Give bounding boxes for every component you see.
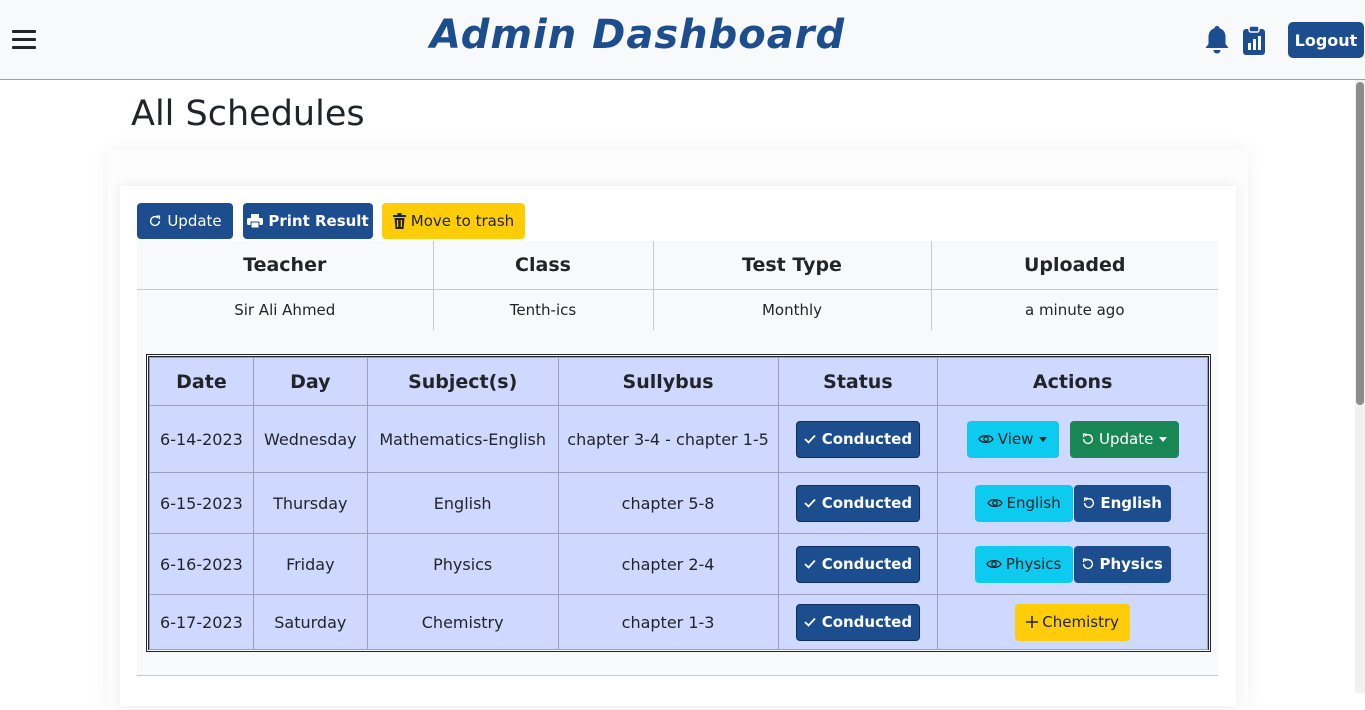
table-row: 6-14-2023 Wednesday Mathematics-English … [149,405,1208,473]
check-icon [804,498,816,508]
update-physics-button[interactable]: Physics [1073,545,1171,583]
status-label: Conducted [821,613,913,631]
printer-icon [247,214,264,228]
table-row: 6-15-2023 Thursday English chapter 5-8 C… [149,472,1208,534]
refresh-icon [1083,558,1094,570]
chevron-down-icon [1159,436,1168,442]
view-english-button[interactable]: English [974,484,1073,522]
status-badge: Conducted [795,545,920,583]
test-type-value: Monthly [652,289,931,331]
status-cell: Conducted [777,533,939,595]
date-cell: 6-17-2023 [149,594,254,650]
update-label: Physics [1099,555,1163,573]
update-dropdown-button[interactable]: Update [1069,420,1179,458]
date-cell: 6-15-2023 [149,472,254,534]
top-navbar: Admin Dashboard Logout [0,0,1365,80]
class-value: Tenth-ics [432,289,653,331]
table-row: 6-17-2023 Saturday Chemistry chapter 1-3… [149,594,1208,650]
logout-button[interactable]: Logout [1288,22,1364,58]
refresh-icon [150,215,161,227]
day-cell: Saturday [252,594,368,650]
add-label: Chemistry [1042,613,1119,631]
actions-cell: View Update [937,405,1208,473]
status-cell: Conducted [777,472,939,534]
syllabus-cell: chapter 2-4 [557,533,779,595]
eye-icon [986,498,1003,508]
update-label: English [1100,494,1162,512]
status-header: Status [777,357,939,406]
brand-title: Admin Dashboard [430,12,846,58]
print-result-button[interactable]: Print Result [243,203,373,239]
check-icon [804,559,816,569]
plus-icon [1026,616,1039,628]
schedule-table: Date Day Subject(s) Sullybus Status Acti… [149,357,1208,650]
view-label: View [997,430,1034,448]
date-cell: 6-14-2023 [149,405,254,473]
print-result-label: Print Result [268,212,369,230]
status-label: Conducted [821,555,913,573]
view-dropdown-button[interactable]: View [966,420,1059,458]
status-badge: Conducted [795,603,920,641]
update-button[interactable]: Update [137,203,233,239]
subject-cell: English [366,472,559,534]
schedule-header-row: Date Day Subject(s) Sullybus Status Acti… [149,357,1208,406]
class-header: Class [432,241,653,290]
uploaded-value: a minute ago [930,289,1218,331]
check-icon [804,617,816,627]
update-label: Update [1099,430,1154,448]
day-cell: Wednesday [252,405,368,473]
trash-icon [392,213,406,229]
day-cell: Thursday [252,472,368,534]
day-cell: Friday [252,533,368,595]
syllabus-cell: chapter 1-3 [557,594,779,650]
subject-cell: Chemistry [366,594,559,650]
syllabus-cell: chapter 3-4 - chapter 1-5 [557,405,779,473]
uploaded-header: Uploaded [930,241,1218,290]
status-cell: Conducted [777,594,939,650]
eye-icon [978,434,994,444]
refresh-icon [1082,433,1094,445]
move-to-trash-button[interactable]: Move to trash [382,203,525,239]
status-label: Conducted [821,430,913,448]
status-cell: Conducted [777,405,939,473]
actions-cell: Physics Physics [937,533,1208,595]
table-row: 6-16-2023 Friday Physics chapter 2-4 Con… [149,533,1208,595]
date-cell: 6-16-2023 [149,533,254,595]
status-label: Conducted [821,494,913,512]
update-button-label: Update [167,212,222,230]
syllabus-cell: chapter 5-8 [557,472,779,534]
status-badge: Conducted [795,420,920,458]
subject-cell: Mathematics-English [366,405,559,473]
subjects-header: Subject(s) [366,357,559,406]
hamburger-menu-icon[interactable] [12,28,36,50]
view-label: Physics [1005,555,1062,573]
actions-header: Actions [937,357,1208,406]
eye-icon [986,559,1002,569]
bell-icon[interactable] [1203,24,1231,56]
status-badge: Conducted [795,484,920,522]
teacher-header: Teacher [137,241,433,290]
date-header: Date [149,357,254,406]
view-label: English [1006,494,1061,512]
chevron-down-icon [1039,436,1048,442]
add-chemistry-button[interactable]: Chemistry [1015,603,1131,641]
check-icon [804,434,816,444]
page-title: All Schedules [131,94,365,134]
view-physics-button[interactable]: Physics [974,545,1073,583]
syllabus-header: Sullybus [557,357,779,406]
teacher-value: Sir Ali Ahmed [137,289,433,331]
schedule-info-table: Teacher Class Test Type Uploaded Sir Ali… [137,241,1218,331]
move-to-trash-label: Move to trash [410,212,515,230]
scrollbar-thumb[interactable] [1356,82,1364,405]
info-header-row: Teacher Class Test Type Uploaded [137,241,1218,290]
day-header: Day [252,357,368,406]
subject-cell: Physics [366,533,559,595]
update-english-button[interactable]: English [1073,484,1171,522]
refresh-icon [1084,497,1095,509]
actions-cell: Chemistry [937,594,1208,650]
clipboard-report-icon[interactable] [1240,24,1268,56]
test-type-header: Test Type [652,241,931,290]
actions-cell: English English [937,472,1208,534]
info-value-row: Sir Ali Ahmed Tenth-ics Monthly a minute… [137,289,1218,331]
